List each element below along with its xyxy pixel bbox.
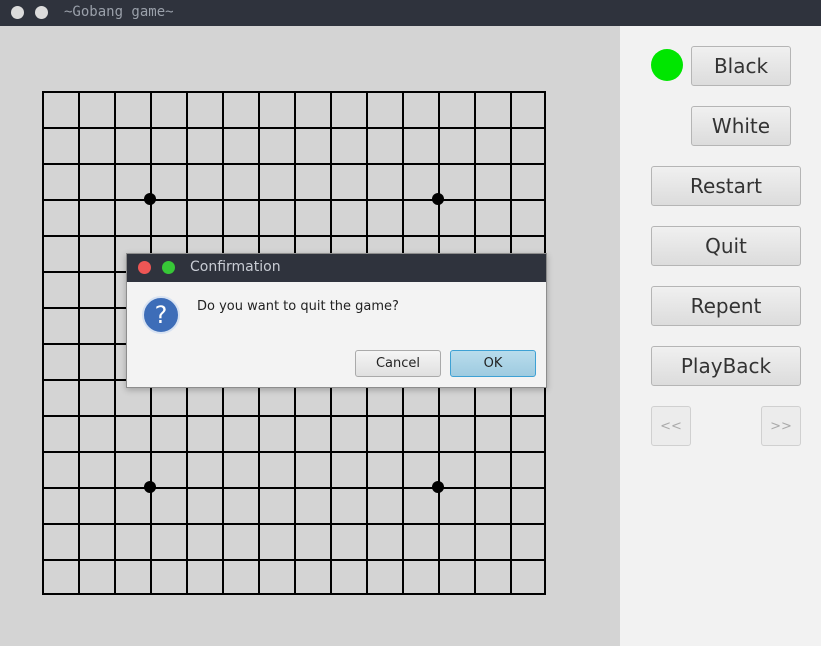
dialog-close-button[interactable]: [138, 261, 151, 274]
board-line-horizontal: [44, 415, 544, 417]
black-button[interactable]: Black: [691, 46, 791, 86]
ok-button[interactable]: OK: [450, 350, 536, 377]
board-line-horizontal: [44, 451, 544, 453]
dialog-maximize-button[interactable]: [162, 261, 175, 274]
current-turn-indicator: [651, 49, 683, 81]
white-button[interactable]: White: [691, 106, 791, 146]
board-line-horizontal: [44, 523, 544, 525]
minimize-window-button[interactable]: [35, 6, 48, 19]
playback-next-button[interactable]: >>: [761, 406, 801, 446]
restart-button[interactable]: Restart: [651, 166, 801, 206]
board-line-horizontal: [44, 559, 544, 561]
star-point: [144, 193, 156, 205]
board-line-horizontal: [44, 487, 544, 489]
star-point: [432, 481, 444, 493]
quit-button[interactable]: Quit: [651, 226, 801, 266]
question-icon: ?: [142, 296, 180, 334]
playback-button[interactable]: PlayBack: [651, 346, 801, 386]
dialog-message: Do you want to quit the game?: [197, 299, 399, 314]
cancel-button[interactable]: Cancel: [355, 350, 441, 377]
window-title: ~Gobang game~: [64, 4, 174, 20]
window-titlebar: ~Gobang game~: [0, 0, 821, 26]
repent-button[interactable]: Repent: [651, 286, 801, 326]
confirmation-dialog: Confirmation ? Do you want to quit the g…: [126, 253, 547, 388]
playback-prev-button[interactable]: <<: [651, 406, 691, 446]
close-window-button[interactable]: [11, 6, 24, 19]
control-panel: Black White Restart Quit Repent PlayBack…: [620, 26, 821, 646]
dialog-titlebar: Confirmation: [127, 254, 546, 282]
dialog-title: Confirmation: [190, 259, 281, 275]
star-point: [144, 481, 156, 493]
star-point: [432, 193, 444, 205]
